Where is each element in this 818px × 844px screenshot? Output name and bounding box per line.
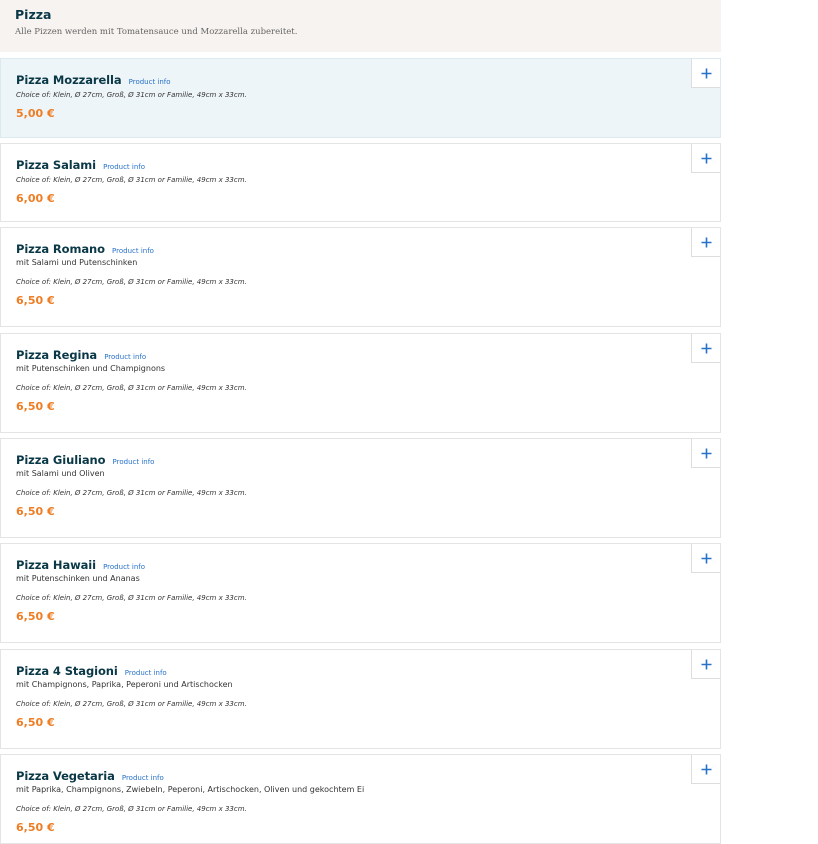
add-to-cart-button[interactable] bbox=[691, 144, 720, 173]
item-description: mit Salami und Oliven bbox=[16, 469, 105, 478]
item-name: Pizza Vegetaria bbox=[16, 769, 115, 783]
product-info-link[interactable]: Product info bbox=[103, 563, 145, 571]
plus-icon bbox=[701, 659, 711, 669]
add-to-cart-button[interactable] bbox=[691, 228, 720, 257]
menu-item-pizza-hawaii[interactable]: Pizza Hawaii Product info mit Putenschin… bbox=[0, 543, 721, 643]
product-info-link[interactable]: Product info bbox=[113, 458, 155, 466]
item-price: 6,50 € bbox=[16, 505, 55, 518]
plus-icon bbox=[701, 237, 711, 247]
item-description: mit Paprika, Champignons, Zwiebeln, Pepe… bbox=[16, 785, 365, 794]
add-to-cart-button[interactable] bbox=[691, 334, 720, 363]
product-info-link[interactable]: Product info bbox=[104, 353, 146, 361]
item-choice: Choice of: Klein, Ø 27cm, Groß, Ø 31cm o… bbox=[16, 384, 247, 392]
item-name: Pizza Romano bbox=[16, 242, 105, 256]
add-to-cart-button[interactable] bbox=[691, 755, 720, 784]
item-name: Pizza Giuliano bbox=[16, 453, 106, 467]
item-choice: Choice of: Klein, Ø 27cm, Groß, Ø 31cm o… bbox=[16, 489, 247, 497]
menu-list: Pizza Alle Pizzen werden mit Tomatensauc… bbox=[0, 0, 721, 844]
item-price: 6,50 € bbox=[16, 294, 55, 307]
plus-icon bbox=[701, 343, 711, 353]
add-to-cart-button[interactable] bbox=[691, 650, 720, 679]
item-choice: Choice of: Klein, Ø 27cm, Groß, Ø 31cm o… bbox=[16, 278, 247, 286]
item-description: mit Putenschinken und Champignons bbox=[16, 364, 166, 373]
item-choice: Choice of: Klein, Ø 27cm, Groß, Ø 31cm o… bbox=[16, 594, 247, 602]
plus-icon bbox=[701, 68, 711, 78]
item-choice: Choice of: Klein, Ø 27cm, Groß, Ø 31cm o… bbox=[16, 700, 247, 708]
category-title: Pizza bbox=[15, 7, 52, 22]
item-choice: Choice of: Klein, Ø 27cm, Groß, Ø 31cm o… bbox=[16, 805, 247, 813]
item-price: 6,50 € bbox=[16, 716, 55, 729]
item-price: 6,50 € bbox=[16, 821, 55, 834]
add-to-cart-button[interactable] bbox=[691, 544, 720, 573]
plus-icon bbox=[701, 153, 711, 163]
menu-item-pizza-mozzarella[interactable]: Pizza Mozzarella Product info Choice of:… bbox=[0, 58, 721, 138]
add-to-cart-button[interactable] bbox=[691, 439, 720, 468]
item-name: Pizza Hawaii bbox=[16, 558, 96, 572]
plus-icon bbox=[701, 553, 711, 563]
item-description: mit Salami und Putenschinken bbox=[16, 258, 138, 267]
item-choice: Choice of: Klein, Ø 27cm, Groß, Ø 31cm o… bbox=[16, 91, 247, 99]
item-name: Pizza 4 Stagioni bbox=[16, 664, 118, 678]
item-price: 6,50 € bbox=[16, 610, 55, 623]
item-name: Pizza Mozzarella bbox=[16, 73, 122, 87]
menu-item-pizza-giuliano[interactable]: Pizza Giuliano Product info mit Salami u… bbox=[0, 438, 721, 538]
product-info-link[interactable]: Product info bbox=[112, 247, 154, 255]
category-description: Alle Pizzen werden mit Tomatensauce und … bbox=[15, 27, 298, 37]
category-header: Pizza Alle Pizzen werden mit Tomatensauc… bbox=[0, 0, 721, 52]
item-description: mit Champignons, Paprika, Peperoni und A… bbox=[16, 680, 233, 689]
item-price: 5,00 € bbox=[16, 107, 55, 120]
item-name: Pizza Regina bbox=[16, 348, 98, 362]
product-info-link[interactable]: Product info bbox=[125, 669, 167, 677]
menu-item-pizza-4-stagioni[interactable]: Pizza 4 Stagioni Product info mit Champi… bbox=[0, 649, 721, 749]
product-info-link[interactable]: Product info bbox=[122, 774, 164, 782]
menu-item-pizza-romano[interactable]: Pizza Romano Product info mit Salami und… bbox=[0, 227, 721, 327]
menu-item-pizza-vegetaria[interactable]: Pizza Vegetaria Product info mit Paprika… bbox=[0, 754, 721, 844]
item-price: 6,50 € bbox=[16, 400, 55, 413]
menu-item-pizza-regina[interactable]: Pizza Regina Product info mit Putenschin… bbox=[0, 333, 721, 433]
product-info-link[interactable]: Product info bbox=[103, 163, 145, 171]
item-price: 6,00 € bbox=[16, 192, 55, 205]
plus-icon bbox=[701, 764, 711, 774]
item-name: Pizza Salami bbox=[16, 158, 96, 172]
item-description: mit Putenschinken und Ananas bbox=[16, 574, 140, 583]
product-info-link[interactable]: Product info bbox=[129, 78, 171, 86]
item-choice: Choice of: Klein, Ø 27cm, Groß, Ø 31cm o… bbox=[16, 176, 247, 184]
add-to-cart-button[interactable] bbox=[691, 59, 720, 88]
menu-item-pizza-salami[interactable]: Pizza Salami Product info Choice of: Kle… bbox=[0, 143, 721, 222]
plus-icon bbox=[701, 448, 711, 458]
